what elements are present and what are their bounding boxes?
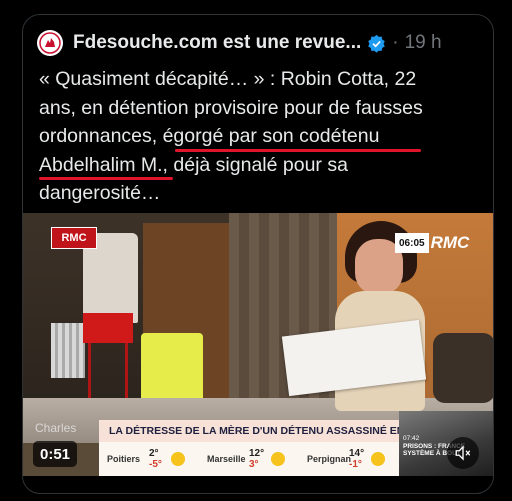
verified-badge-icon [367,34,386,53]
thumbnail-time: 07:42 [403,435,420,442]
tweet-line: dangerosité… [39,182,161,204]
previous-tweet-fragment [0,0,512,10]
temp-high: 12° [249,448,265,459]
channel-logo: RMC [430,233,470,252]
tweet-timestamp[interactable]: 19 h [405,32,442,54]
temp-high: 2° [149,448,159,459]
channel-logo: RMC [51,227,97,249]
video-player[interactable]: RMC 06:05 RMC LA DÉTRESSE DE LA MÈRE D'U… [23,213,493,476]
tweet-line: Abdelhalim M., déjà signalé pour sa [39,153,348,176]
sun-icon [171,452,185,466]
city-name: Perpignan [307,454,352,464]
rooster-logo-icon[interactable] [37,30,63,56]
temp-low: 3° [249,459,259,470]
channel-logo-clock: 06:05 RMC [395,233,469,253]
weather-city: Perpignan 14° -1° [307,448,399,470]
sun-icon [271,452,285,466]
red-underline-marker [175,149,421,152]
red-underline-marker [39,177,173,180]
author-display-name[interactable]: Fdesouche.com est une revue... [73,32,361,54]
separator-dot: · [392,32,399,53]
sun-icon [371,452,385,466]
temp-low: -5° [149,459,162,470]
side-news-thumbnail: 07:42 PRISONS : FRANCE SYSTÈME À BOUT [399,411,493,476]
weather-ticker: Poitiers 2° -5° Marseille 12° 3° Perpign… [99,442,399,476]
tweet-line: ordonnances, égorgé par son codétenu [39,125,380,147]
tweet-card[interactable]: Fdesouche.com est une revue... · 19 h « … [22,14,494,494]
speaker-muted-icon[interactable] [447,437,479,469]
tweet-line: « Quasiment décapité… » : Robin Cotta, 2… [39,68,417,90]
weather-city: Poitiers 2° -5° [107,448,199,470]
video-duration: 0:51 [33,441,77,467]
city-name: Poitiers [107,454,141,464]
video-watermark: Charles [35,421,77,435]
city-name: Marseille [207,454,246,464]
temp-high: 14° [349,448,365,459]
tweet-text: « Quasiment décapité… » : Robin Cotta, 2… [39,65,479,208]
weather-city: Marseille 12° 3° [207,448,299,470]
tweet-line: ans, en détention provisoire pour de fau… [39,96,423,119]
temp-low: -1° [349,459,362,470]
news-ticker-headline: LA DÉTRESSE DE LA MÈRE D'UN DÉTENU ASSAS… [99,420,448,442]
tweet-header: Fdesouche.com est une revue... · 19 h [37,29,483,57]
broadcast-clock: 06:05 [395,233,429,253]
